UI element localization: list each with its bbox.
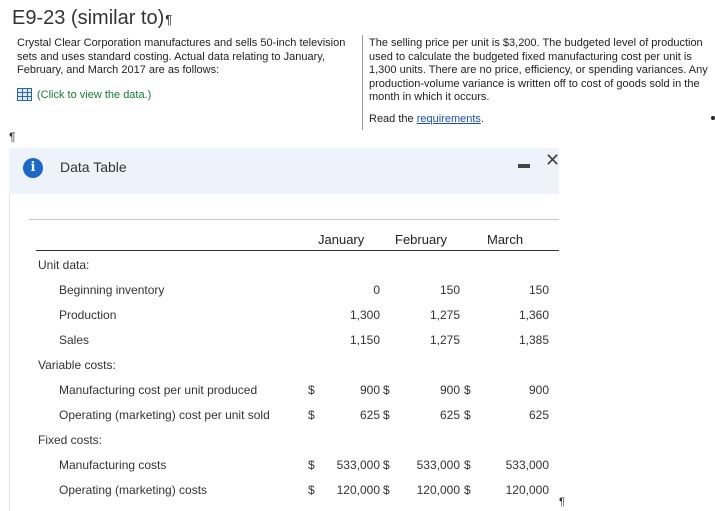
cell-mfg-cost-unit-mar: 900 <box>528 383 549 397</box>
cell-production-feb: 1,275 <box>429 308 460 322</box>
data-table-dialog-header: i Data Table ✕ <box>9 148 560 194</box>
requirements-link[interactable]: requirements <box>417 113 481 125</box>
header-rule <box>36 250 559 251</box>
table-top-border <box>29 219 559 220</box>
cell-mfg-costs-jan: 533,000 <box>336 458 380 472</box>
cell-mfg-costs-mar: 533,000 <box>505 458 549 472</box>
cell-op-costs-mar: 120,000 <box>505 483 549 497</box>
info-icon: i <box>23 158 43 178</box>
read-requirements: Read the requirements. <box>369 113 484 125</box>
column-header-march: March <box>487 232 524 247</box>
cell-sales-mar: 1,385 <box>518 333 549 347</box>
end-pilcrow-mark: ¶ <box>559 496 565 508</box>
row-label-op-cost-per-unit: Operating (marketing) cost per unit sold <box>59 408 270 422</box>
cell-production-jan: 1,300 <box>349 308 380 322</box>
dialog-title: Data Table <box>60 159 127 175</box>
row-label-sales: Sales <box>59 333 90 347</box>
cell-sales-jan: 1,150 <box>349 333 380 347</box>
cell-beginning-inventory-jan: 0 <box>373 283 380 297</box>
problem-intro-text: Crystal Clear Corporation manufactures a… <box>17 37 346 76</box>
row-label-beginning-inventory: Beginning inventory <box>59 283 165 297</box>
read-suffix: . <box>480 113 484 125</box>
view-data-link[interactable]: (Click to view the data.) <box>17 88 151 101</box>
cell-mfg-cost-unit-feb: 900 <box>439 383 460 397</box>
cell-op-costs-jan: 120,000 <box>336 483 380 497</box>
page-title: E9-23 (similar to)¶ <box>12 7 172 30</box>
cell-op-cost-unit-mar: 625 <box>528 408 549 422</box>
column-header-january: January <box>318 232 365 247</box>
cell-op-costs-feb: 120,000 <box>416 483 460 497</box>
row-label-mfg-costs: Manufacturing costs <box>59 458 167 472</box>
read-prefix: Read the <box>369 113 417 125</box>
paragraph-mark: ¶ <box>9 130 16 144</box>
problem-details-text: The selling price per unit is $3,200. Th… <box>369 37 708 103</box>
cell-mfg-costs-feb: 533,000 <box>416 458 460 472</box>
cell-op-cost-unit-jan: 625 <box>359 408 380 422</box>
column-divider <box>362 35 363 130</box>
section-variable-costs: Variable costs: <box>38 358 116 372</box>
cell-beginning-inventory-feb: 150 <box>439 283 460 297</box>
cell-sales-feb: 1,275 <box>429 333 460 347</box>
row-label-mfg-cost-per-unit: Manufacturing cost per unit produced <box>59 383 258 397</box>
section-unit-data: Unit data: <box>38 258 90 272</box>
table-grid-icon <box>17 88 32 101</box>
section-fixed-costs: Fixed costs: <box>38 433 103 447</box>
edge-dot <box>711 116 715 120</box>
row-label-production: Production <box>59 308 117 322</box>
cell-mfg-cost-unit-jan: 900 <box>359 383 380 397</box>
close-button[interactable]: ✕ <box>545 150 560 171</box>
view-data-link-text[interactable]: (Click to view the data.) <box>37 89 151 101</box>
row-label-op-costs: Operating (marketing) costs <box>59 483 208 497</box>
pilcrow-mark: ¶ <box>165 12 173 27</box>
cell-beginning-inventory-mar: 150 <box>528 283 549 297</box>
minimize-button[interactable] <box>518 164 530 168</box>
title-text: E9-23 (similar to) <box>12 7 165 29</box>
cell-production-mar: 1,360 <box>518 308 549 322</box>
column-header-february: February <box>395 232 448 247</box>
cell-op-cost-unit-feb: 625 <box>439 408 460 422</box>
